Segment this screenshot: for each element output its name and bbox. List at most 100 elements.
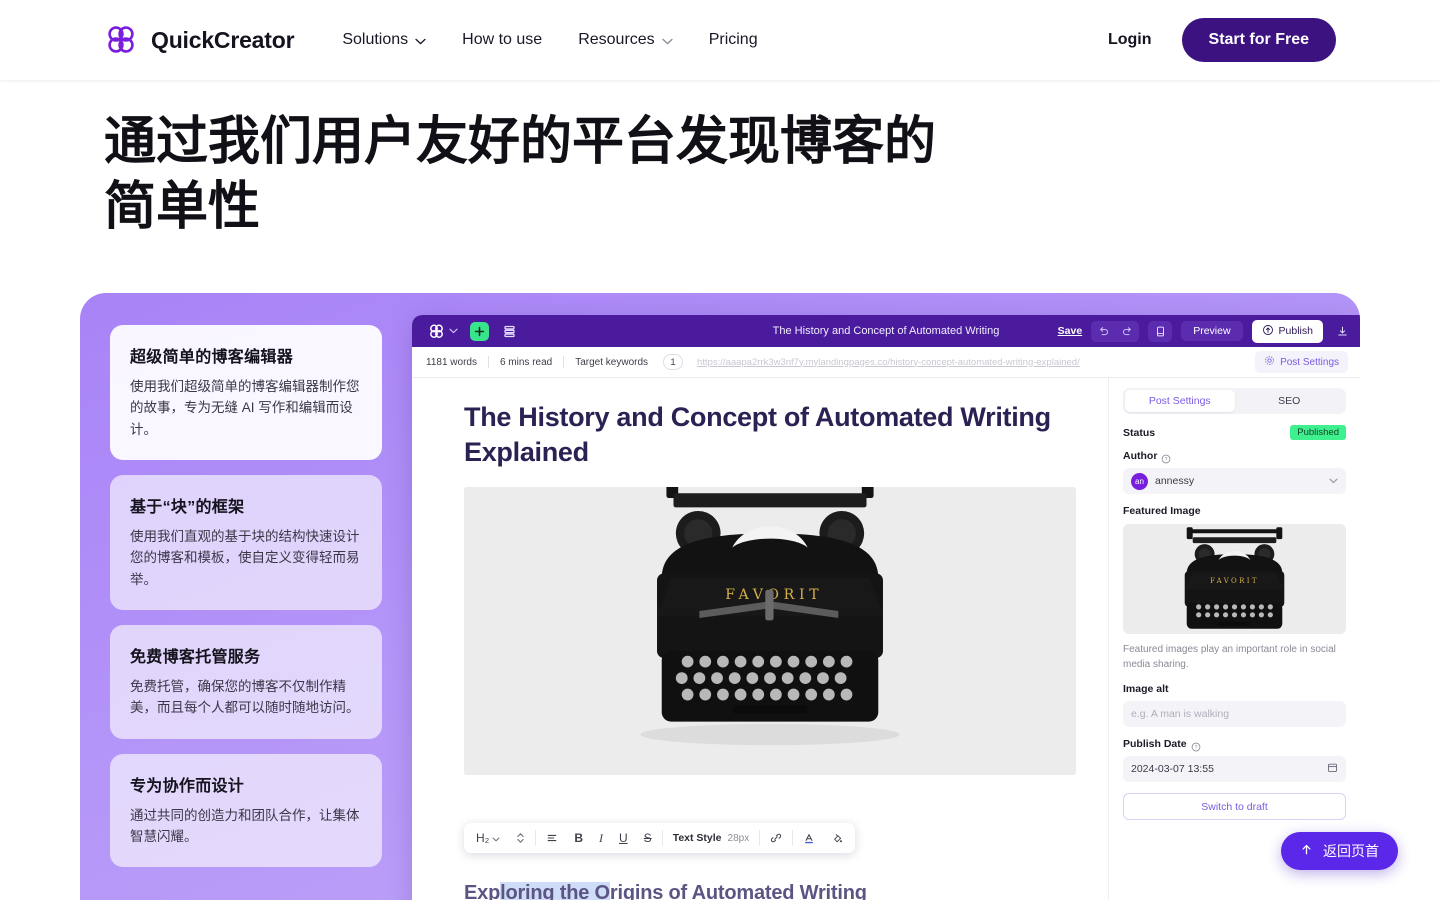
publish-date-input[interactable]: 2024-03-07 13:55 — [1123, 756, 1346, 782]
feature-title: 免费博客托管服务 — [130, 648, 261, 666]
nav-label: Solutions — [342, 31, 409, 48]
svg-text:?: ? — [1194, 745, 1197, 751]
layers-icon[interactable] — [501, 323, 518, 340]
nav-label: Pricing — [708, 31, 758, 48]
image-alt-label: Image alt — [1123, 683, 1169, 695]
feature-card[interactable]: 免费博客托管服务 免费托管，确保您的博客不仅制作精美，而且每个人都可以随时随地访… — [110, 624, 382, 739]
hero-section: 通过我们用户友好的平台发现博客的简单性 — [0, 80, 1440, 240]
back-to-top-label: 返回页首 — [1323, 843, 1379, 859]
page-title: 通过我们用户友好的平台发现博客的简单性 — [104, 113, 937, 236]
text-style-label: Text Style — [672, 832, 722, 844]
save-button[interactable]: Save — [1058, 325, 1083, 337]
brand-logo-link[interactable]: QuickCreator — [104, 23, 295, 57]
login-link[interactable]: Login — [1108, 31, 1152, 49]
h2-part: Exp — [464, 882, 501, 900]
italic-button[interactable]: I — [591, 823, 611, 853]
stepper-up-down-icon[interactable] — [508, 823, 533, 853]
redo-icon[interactable] — [1115, 321, 1139, 342]
link-icon[interactable] — [762, 823, 790, 853]
feature-card-list: 超级简单的博客编辑器 使用我们超级简单的博客编辑器制作您的故事，专为无缝 AI … — [80, 293, 412, 900]
strikethrough-button[interactable]: S — [636, 823, 660, 853]
status-badge: Published — [1290, 425, 1346, 440]
add-block-button[interactable] — [470, 321, 489, 341]
publish-date-value: 2024-03-07 13:55 — [1131, 763, 1214, 775]
sidebar-tabs: Post Settings SEO — [1123, 388, 1346, 414]
editor-body: The History and Concept of Automated Wri… — [412, 378, 1360, 900]
device-preview-button[interactable] — [1148, 320, 1173, 342]
heading-level-selector[interactable]: H₂ — [468, 823, 508, 853]
nav-item-pricing[interactable]: Pricing — [709, 31, 758, 49]
history-button-group — [1091, 320, 1140, 342]
chevron-down-icon — [662, 38, 673, 45]
feature-title: 超级简单的博客编辑器 — [130, 349, 294, 366]
text-style-selector[interactable]: Text Style 28px — [665, 823, 758, 853]
calendar-icon — [1327, 762, 1338, 776]
typewriter-image: FAVORIT — [464, 487, 1076, 776]
chevron-down-icon — [415, 38, 426, 45]
author-select[interactable]: an annessy — [1123, 468, 1346, 494]
author-label: Author — [1123, 450, 1158, 462]
text-color-icon[interactable] — [795, 823, 823, 853]
back-to-top-button[interactable]: 返回页首 — [1281, 832, 1398, 870]
post-settings-button[interactable]: Post Settings — [1255, 351, 1348, 373]
feature-desc: 免费托管，确保您的博客不仅制作精美，而且每个人都可以随时随地访问。 — [130, 678, 360, 716]
target-keywords-label: Target keywords — [575, 356, 649, 368]
target-keywords-count[interactable]: 1 — [663, 354, 684, 370]
document-canvas[interactable]: The History and Concept of Automated Wri… — [412, 378, 1108, 900]
main-nav: Solutions How to use Resources Pricing — [342, 31, 757, 49]
brand-name: QuickCreator — [151, 26, 295, 53]
image-alt-input[interactable]: e.g. A man is walking — [1123, 701, 1346, 727]
header-actions: Login Start for Free — [1108, 18, 1336, 62]
nav-label: How to use — [462, 31, 543, 48]
start-for-free-button[interactable]: Start for Free — [1181, 18, 1336, 62]
question-circle-icon[interactable]: ? — [1191, 739, 1201, 752]
nav-item-solutions[interactable]: Solutions — [342, 31, 426, 49]
post-settings-sidebar: Post Settings SEO Status Published Autho… — [1108, 378, 1360, 900]
arrow-up-icon — [1300, 843, 1313, 859]
feature-desc: 使用我们超级简单的博客编辑器制作您的故事，专为无缝 AI 写作和编辑而设计。 — [130, 379, 360, 437]
editor-logo-menu[interactable] — [428, 323, 458, 340]
tab-seo[interactable]: SEO — [1235, 390, 1345, 412]
chevron-down-icon — [1329, 475, 1338, 487]
document-heading-1: The History and Concept of Automated Wri… — [464, 402, 1051, 467]
bold-button[interactable]: B — [566, 823, 591, 853]
h2-part: rigins of Automated Writing — [609, 882, 867, 900]
site-header: QuickCreator Solutions How to use Resour… — [0, 0, 1440, 80]
post-settings-label: Post Settings — [1280, 356, 1339, 368]
download-icon[interactable] — [1332, 321, 1352, 341]
document-heading-2: Exploring the Origins of Automated Writi… — [464, 882, 867, 900]
align-left-icon[interactable] — [538, 823, 566, 853]
divider — [792, 830, 794, 846]
publish-button[interactable]: Publish — [1251, 319, 1323, 343]
preview-button[interactable]: Preview — [1181, 321, 1243, 341]
svg-text:FAVORIT: FAVORIT — [1210, 577, 1259, 585]
switch-to-draft-button[interactable]: Switch to draft — [1123, 793, 1346, 820]
image-alt-placeholder: e.g. A man is walking — [1131, 708, 1230, 720]
chevron-down-icon — [492, 831, 500, 845]
word-count: 1181 words — [426, 356, 477, 368]
feature-card[interactable]: 基于“块”的框架 使用我们直观的基于块的结构快速设计您的博客和模板，使自定义变得… — [110, 474, 382, 610]
publish-date-label: Publish Date — [1123, 738, 1187, 750]
feature-title: 基于“块”的框架 — [130, 498, 245, 516]
post-url-link[interactable]: https://aaapa2rrk3w3nf7y.mylandingpages.… — [697, 357, 1080, 368]
quatrefoil-logo-icon — [104, 23, 138, 57]
question-circle-icon[interactable]: ? — [1161, 451, 1171, 464]
highlight-fill-icon[interactable] — [823, 823, 851, 853]
feature-desc: 通过共同的创造力和团队合作，让集体智慧闪耀。 — [130, 807, 360, 844]
author-name: annessy — [1155, 475, 1195, 487]
undo-icon[interactable] — [1091, 321, 1115, 342]
feature-card[interactable]: 超级简单的博客编辑器 使用我们超级简单的博客编辑器制作您的故事，专为无缝 AI … — [110, 325, 382, 460]
quatrefoil-logo-icon — [428, 323, 445, 340]
featured-image-thumbnail[interactable]: FAVORIT — [1123, 524, 1346, 634]
divider — [535, 830, 537, 846]
featured-image-label: Featured Image — [1123, 505, 1201, 517]
feature-card[interactable]: 专为协作而设计 通过共同的创造力和团队合作，让集体智慧闪耀。 — [110, 753, 382, 868]
tab-post-settings[interactable]: Post Settings — [1125, 390, 1235, 412]
nav-item-resources[interactable]: Resources — [578, 31, 673, 49]
divider — [661, 830, 663, 846]
status-label: Status — [1123, 426, 1156, 439]
editor-screenshot: The History and Concept of Automated Wri… — [412, 315, 1360, 900]
underline-button[interactable]: U — [611, 823, 636, 853]
publish-label: Publish — [1278, 325, 1313, 337]
nav-item-how-to-use[interactable]: How to use — [462, 31, 542, 49]
